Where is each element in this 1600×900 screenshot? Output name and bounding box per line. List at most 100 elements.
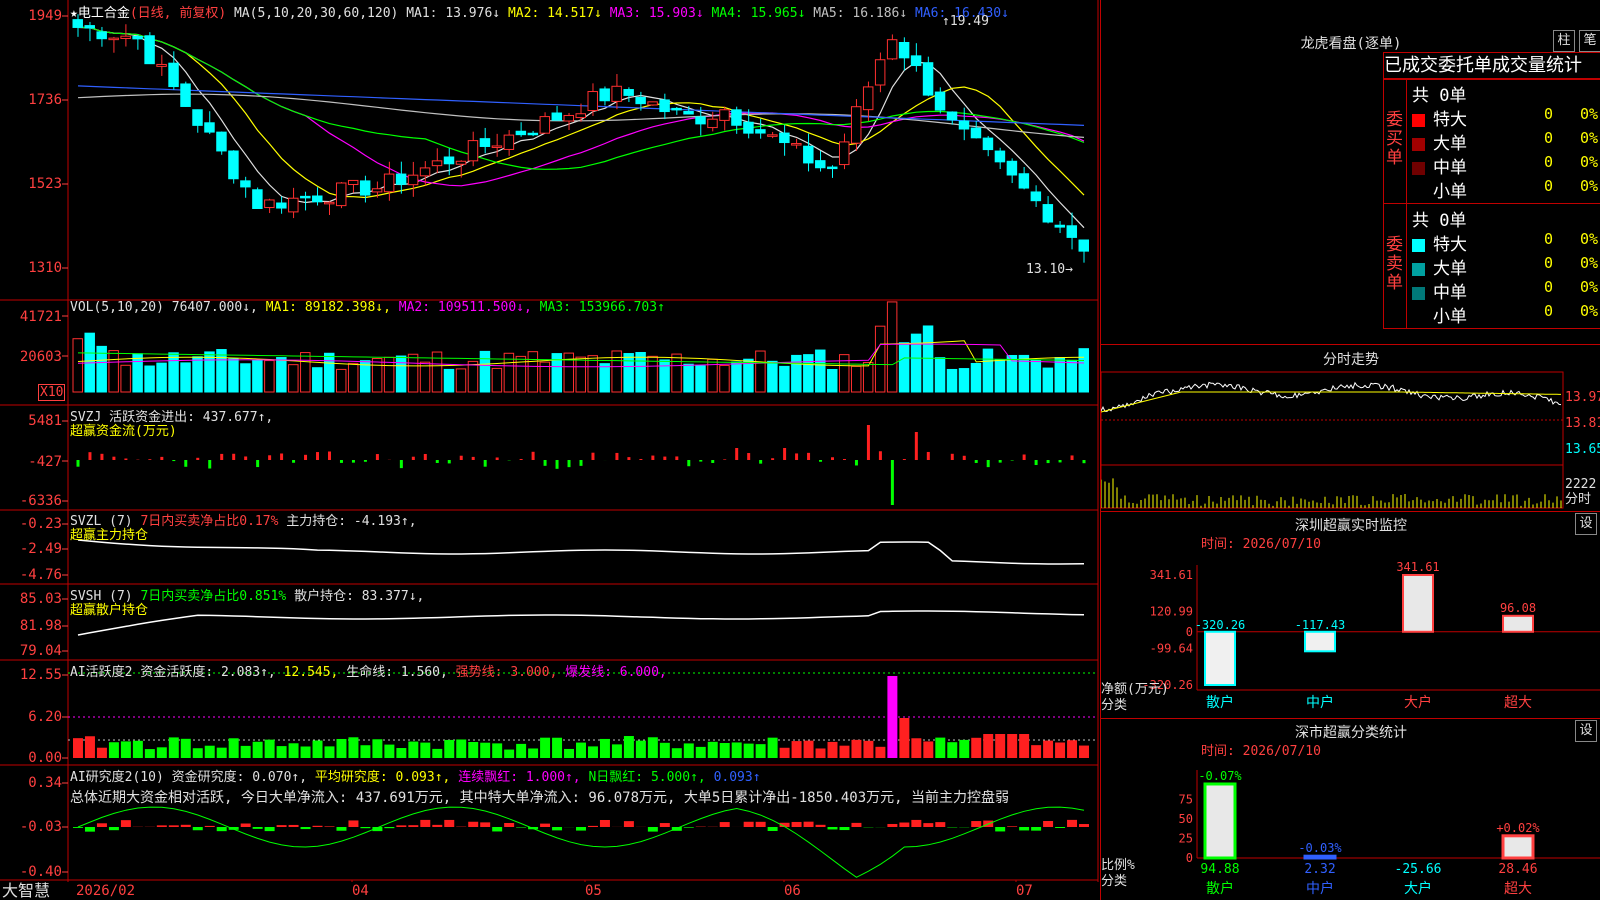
- activity-bar: [959, 739, 970, 758]
- volume-bar: [755, 350, 766, 393]
- sell-orders-box: 委卖单 共 0单 特大 0 0% 大单 0 0% 中单 0 0% 小单 0 0%: [1383, 203, 1600, 329]
- candle-body: [503, 134, 515, 150]
- classify-x-title: 分类: [1101, 874, 1128, 889]
- activity-bar: [587, 746, 598, 758]
- bar-mode-button[interactable]: 柱: [1553, 30, 1575, 52]
- activity-bar: [180, 738, 191, 758]
- activity-bar: [947, 742, 958, 758]
- activity-bar: [540, 737, 551, 758]
- monitor-category-label: 散户: [1206, 694, 1234, 711]
- tick-mode-button[interactable]: 笔: [1579, 30, 1600, 52]
- monitor-x-title: 分类: [1101, 698, 1128, 713]
- ai1-text4: 强势线: 3.000,: [455, 665, 558, 680]
- svsh-text2: 散户持仓: 83.377↓,: [294, 589, 425, 604]
- buy-s-count: 0: [1544, 177, 1554, 195]
- research-bar: [73, 827, 83, 828]
- ma5-line: [77, 26, 1085, 229]
- monitor-title: 深圳超赢实时监控: [1295, 518, 1407, 534]
- candle-body: [982, 137, 994, 151]
- research-bar: [108, 827, 119, 831]
- research-bar: [408, 825, 419, 827]
- activity-bar: [480, 742, 491, 758]
- research-bar: [1067, 819, 1078, 827]
- monitor-y-tick: -99.64: [1150, 641, 1193, 655]
- research-bar: [444, 819, 455, 827]
- sell-xl-swatch: [1412, 238, 1425, 252]
- ma5-name: MA5: [813, 6, 837, 21]
- activity-bar: [719, 742, 730, 758]
- sell-m-swatch: [1412, 286, 1425, 300]
- candle-body: [347, 179, 359, 186]
- sell-s-count: 0: [1544, 302, 1554, 320]
- classify-category-label: 中户: [1306, 880, 1334, 897]
- activity-bar: [276, 746, 287, 758]
- ma4-name: MA4: [711, 6, 735, 21]
- buy-row-xl: 特大 0 0%: [1412, 105, 1600, 130]
- buy-l-count: 0: [1544, 129, 1554, 147]
- candle-body: [395, 173, 407, 185]
- ai2-summary: 总体近期大资金相对活跃, 今日大单净流入: 437.691万元, 其中特大单净流…: [70, 790, 1010, 806]
- svzl-text1: 7日内买卖净占比0.17%: [140, 514, 279, 529]
- activity-bar: [1031, 745, 1042, 758]
- candle-body: [228, 150, 239, 180]
- activity-bar: [576, 742, 586, 758]
- activity-bar: [923, 741, 934, 758]
- research-bar: [1079, 824, 1089, 827]
- buy-row-m: 中单 0 0%: [1412, 153, 1600, 178]
- intraday-tick-1: 13.97: [1565, 390, 1600, 405]
- activity-bar: [156, 747, 167, 758]
- candle-body: [659, 99, 670, 113]
- activity-bar: [1079, 745, 1089, 758]
- candle-body: [958, 120, 970, 130]
- intraday-avg-line: [1101, 391, 1561, 413]
- activity-bar: [444, 739, 455, 758]
- classify-category-label: 散户: [1206, 880, 1234, 897]
- volume-bar: [1078, 348, 1090, 393]
- classify-change-label: -0.03%: [1298, 841, 1342, 855]
- research-bar: [96, 823, 107, 827]
- monitor-settings-button[interactable]: 设: [1575, 513, 1597, 535]
- research-bar: [120, 820, 131, 827]
- activity-bar: [1043, 740, 1054, 758]
- research-bar: [803, 821, 814, 827]
- research-bar: [540, 823, 551, 827]
- activity-bar: [851, 739, 862, 758]
- research-bar: [384, 827, 395, 829]
- research-bar: [324, 826, 335, 827]
- research-bar: [755, 821, 766, 827]
- ai2-label: AI研究度2(10): [70, 770, 164, 785]
- classify-settings-button[interactable]: 设: [1575, 720, 1597, 742]
- stock-name[interactable]: 电工合金: [78, 6, 130, 21]
- candle-body: [335, 182, 347, 207]
- activity-bar: [336, 738, 347, 758]
- x-label-apr: 04: [352, 883, 369, 899]
- volume-bar: [132, 353, 143, 393]
- research-bar: [192, 827, 203, 831]
- vol-ma3: 153966.703↑: [578, 300, 665, 315]
- low-price-label: 13.10→: [1026, 262, 1073, 277]
- candle-body: [407, 174, 419, 186]
- candle-body: [779, 132, 790, 144]
- buy-s-name: 小单: [1433, 182, 1467, 202]
- research-bar: [360, 827, 371, 829]
- ai2-tick-3: -0.40: [19, 864, 62, 880]
- candle-body: [743, 121, 754, 134]
- candle-body: [587, 91, 598, 112]
- candle-body: [803, 145, 814, 164]
- intraday-tick-3: 13.65: [1565, 442, 1600, 457]
- candle-body: [575, 113, 586, 119]
- order-stats-tab[interactable]: 已成交委托单成交量统计: [1383, 52, 1600, 80]
- activity-bar: [204, 745, 215, 758]
- volume-bar: [276, 357, 287, 393]
- sell-row-l: 大单 0 0%: [1412, 254, 1600, 279]
- monitor-category-label: 中户: [1306, 694, 1334, 711]
- research-bar: [264, 827, 275, 832]
- buy-s-swatch: [1412, 185, 1425, 199]
- classify-chart: 75 50 25 0 -0.07% 94.88 散户 -0.03% 2.32 中户 -25.66 大户…: [1179, 769, 1600, 897]
- svzl-tick-1: -0.23: [19, 516, 62, 532]
- main-chart-area[interactable]: [0, 0, 1100, 882]
- volume-bar: [671, 353, 682, 393]
- intraday-chart[interactable]: [1101, 370, 1600, 510]
- monitor-value-label: -320.26: [1195, 618, 1246, 632]
- research-bar: [1055, 827, 1066, 828]
